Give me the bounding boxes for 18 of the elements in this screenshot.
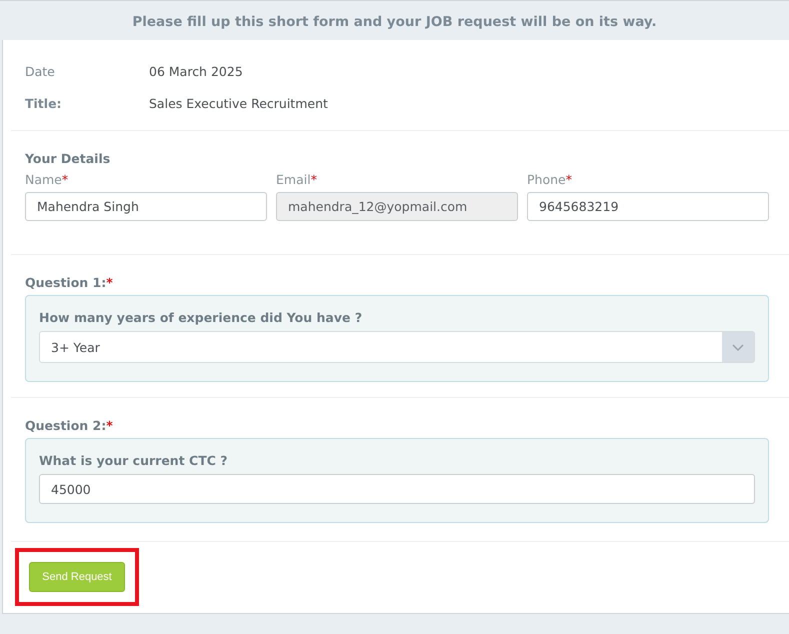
question-text: How many years of experience did You have ? — [39, 310, 364, 325]
field-label: Question 2:* — [25, 418, 114, 433]
input-field[interactable]: Mahendra Singh — [25, 192, 267, 221]
field-label: Title: — [25, 96, 63, 113]
dropdown[interactable]: 3+ Year — [39, 331, 755, 363]
field-label: Question 1:* — [25, 275, 114, 290]
chevron-down-icon — [732, 344, 744, 350]
field-label: Date — [25, 64, 56, 81]
field-label: Phone* — [527, 172, 573, 187]
field-label: Name* — [25, 172, 70, 187]
input-field[interactable]: 9645683219 — [527, 192, 769, 221]
question-text: What is your current CTC ? — [39, 453, 228, 468]
section-heading: Your Details — [25, 151, 112, 166]
input-field: mahendra_12@yopmail.com — [276, 192, 518, 221]
field-label: Email* — [276, 172, 318, 187]
field-value: 06 March 2025 — [149, 64, 243, 81]
input-field[interactable]: 45000 — [39, 474, 755, 504]
field-value: Sales Executive Recruitment — [149, 96, 328, 113]
